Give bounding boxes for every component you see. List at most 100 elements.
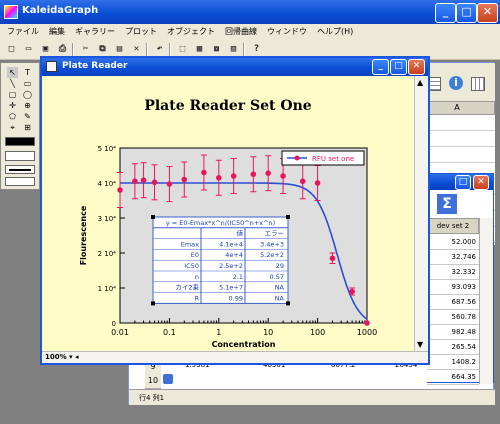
fit-table-cell: エラー bbox=[265, 230, 285, 238]
dataset-scrollbar[interactable] bbox=[479, 218, 493, 384]
polygon-tool-icon[interactable]: ⬠ bbox=[7, 111, 18, 122]
fit-table-cell: NA bbox=[275, 284, 285, 292]
x-tick-label: 0.1 bbox=[163, 328, 176, 337]
menu-item[interactable]: ファイル bbox=[2, 24, 44, 40]
fit-table-cell: 0.99 bbox=[229, 294, 243, 302]
eyedropper-tool-icon[interactable]: ⌖ bbox=[7, 122, 18, 133]
data-point bbox=[329, 255, 336, 262]
table-cell[interactable]: 32.332 bbox=[427, 264, 479, 280]
app-title: KaleidaGraph bbox=[22, 5, 99, 16]
select-icon[interactable]: ⬚ bbox=[175, 42, 190, 57]
table-cell[interactable]: 93.093 bbox=[427, 279, 479, 295]
maximize-icon[interactable]: □ bbox=[456, 3, 477, 23]
data-point bbox=[166, 181, 173, 187]
table-cell[interactable]: 687.56 bbox=[427, 294, 479, 310]
column-a-header[interactable]: A bbox=[419, 101, 495, 115]
close-icon[interactable]: ✕ bbox=[477, 3, 498, 23]
group-icon[interactable]: ▦ bbox=[192, 42, 207, 57]
layer-icon[interactable]: ▨ bbox=[226, 42, 241, 57]
menu-item[interactable]: 編集 bbox=[44, 24, 70, 40]
line-tool-icon[interactable]: ╲ bbox=[7, 78, 18, 89]
text-tool-icon[interactable]: T bbox=[22, 67, 33, 78]
sigma-icon[interactable]: Σ bbox=[437, 194, 457, 214]
print-icon[interactable]: ⎙ bbox=[55, 42, 70, 57]
info-icon[interactable]: i bbox=[449, 76, 463, 90]
table-cell[interactable]: 265.54 bbox=[427, 339, 479, 355]
menu-item[interactable]: プロット bbox=[120, 24, 162, 40]
dataset-titlebar[interactable]: □ ✕ bbox=[427, 174, 493, 190]
paste-icon[interactable]: ▤ bbox=[112, 42, 127, 57]
crosshair-tool-icon[interactable]: ✛ bbox=[7, 100, 18, 111]
row-number-10[interactable]: 10 bbox=[145, 373, 161, 389]
x-tick-label: 10 bbox=[263, 328, 273, 337]
minimize-icon[interactable]: _ bbox=[435, 3, 456, 23]
fit-table-cell: R bbox=[194, 294, 199, 302]
y-tick-label: 4 10⁴ bbox=[98, 180, 117, 188]
fit-table-cell: 5.1e+7 bbox=[219, 284, 243, 292]
freehand-tool-icon[interactable]: ✎ bbox=[22, 111, 33, 122]
data-point bbox=[151, 179, 158, 186]
table-cell[interactable]: 664.35 bbox=[427, 369, 479, 385]
table-cell[interactable]: 32.746 bbox=[427, 249, 479, 265]
zoom-selector[interactable]: 100% ▾ ◂ bbox=[45, 353, 79, 361]
arrow-tool-icon[interactable]: ↖ bbox=[7, 67, 18, 78]
y-tick-label: 2 10⁴ bbox=[98, 250, 117, 258]
menu-item[interactable]: ギャラリー bbox=[70, 24, 120, 40]
grid-tool-icon[interactable]: ⊞ bbox=[22, 122, 33, 133]
menu-item[interactable]: 回帰曲線 bbox=[220, 24, 262, 40]
legend-marker bbox=[294, 155, 300, 161]
plot-minimize-icon[interactable]: _ bbox=[372, 59, 389, 75]
plot-titlebar[interactable]: Plate Reader _ □ ✕ bbox=[42, 58, 428, 76]
x-axis-label: Concentration bbox=[212, 340, 276, 349]
fit-table-cell: カイ2乗 bbox=[175, 283, 199, 292]
delete-icon[interactable]: ✕ bbox=[129, 42, 144, 57]
line-color-swatch[interactable] bbox=[5, 137, 35, 146]
fill-color-swatch[interactable] bbox=[5, 151, 35, 161]
y-axis-label: Flourescence bbox=[79, 205, 88, 265]
data-point bbox=[250, 171, 257, 178]
zoom-value: 100% bbox=[45, 353, 67, 361]
column-header[interactable]: dev set 2 bbox=[427, 218, 479, 234]
line-width-selector[interactable] bbox=[5, 165, 35, 174]
data-point bbox=[364, 320, 370, 326]
cut-icon[interactable]: ✂ bbox=[78, 42, 93, 57]
grid-icon[interactable] bbox=[471, 77, 485, 91]
save-icon[interactable]: ▣ bbox=[38, 42, 53, 57]
data-point bbox=[299, 178, 306, 185]
ungroup-icon[interactable]: ⧈ bbox=[209, 42, 224, 57]
plot-close-icon[interactable]: ✕ bbox=[408, 59, 425, 75]
fit-table-cell: 2.5e+2 bbox=[219, 262, 243, 270]
open-icon[interactable]: ▭ bbox=[21, 42, 36, 57]
plot-vscrollbar[interactable]: ▲ ▼ bbox=[414, 76, 428, 351]
menu-item[interactable]: オブジェクト bbox=[162, 24, 220, 40]
app-titlebar[interactable]: KaleidaGraph _ □ ✕ bbox=[0, 0, 500, 24]
menu-item[interactable]: ヘルプ(H) bbox=[312, 24, 358, 40]
y-tick-label: 5 10⁴ bbox=[98, 145, 117, 153]
table-cell[interactable]: 52.000 bbox=[427, 234, 479, 250]
dataset-maximize-icon[interactable]: □ bbox=[455, 175, 471, 190]
table-cell[interactable]: 982.48 bbox=[427, 324, 479, 340]
undo-icon[interactable]: ↶ bbox=[152, 42, 167, 57]
new-icon[interactable]: □ bbox=[4, 42, 19, 57]
oval-tool-icon[interactable]: ◯ bbox=[22, 89, 33, 100]
help-icon[interactable]: ? bbox=[249, 42, 264, 57]
plot-window-title: Plate Reader bbox=[62, 61, 128, 71]
pattern-selector[interactable] bbox=[5, 177, 35, 186]
table-cell[interactable]: 1408.2 bbox=[427, 354, 479, 370]
toolbar-separator bbox=[169, 43, 171, 56]
rounded-rect-tool-icon[interactable]: ▢ bbox=[7, 89, 18, 100]
rect-tool-icon[interactable]: ▭ bbox=[22, 78, 33, 89]
chart-svg: 0.01 0.1 1 10 100 1000 0 1 10⁴ 2 10⁴ 3 10⁴ 4 10⁴ 5 … bbox=[79, 145, 377, 349]
menu-item[interactable]: ウィンドウ bbox=[262, 24, 312, 40]
fit-table-cell: 値 bbox=[237, 229, 244, 238]
dataset-close-icon[interactable]: ✕ bbox=[473, 175, 489, 190]
zoom-tool-icon[interactable]: ⊕ bbox=[22, 100, 33, 111]
fit-table-cell: Emax bbox=[181, 240, 199, 248]
table-cell[interactable]: 560.78 bbox=[427, 309, 479, 325]
plot-maximize-icon[interactable]: □ bbox=[390, 59, 407, 75]
selection-handle bbox=[151, 215, 155, 219]
copy-icon[interactable]: ⧉ bbox=[95, 42, 110, 57]
h-scrollbar-icon[interactable] bbox=[163, 374, 173, 384]
data-point bbox=[314, 180, 321, 186]
plot-window-icon bbox=[46, 61, 57, 72]
